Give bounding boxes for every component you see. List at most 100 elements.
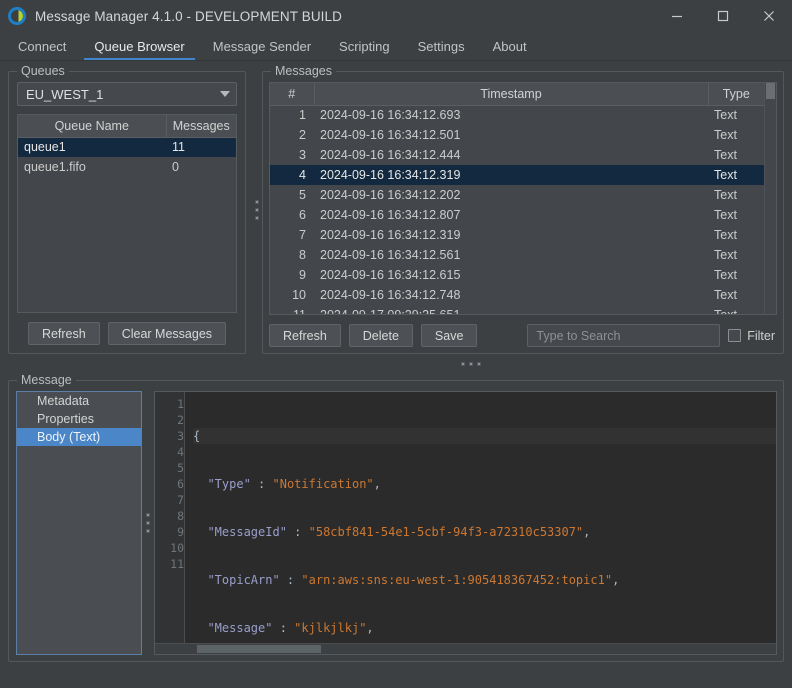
- message-splitter[interactable]: [142, 391, 154, 655]
- filter-checkbox-wrap[interactable]: Filter: [728, 329, 777, 343]
- search-placeholder: Type to Search: [536, 328, 621, 343]
- table-row[interactable]: 2 2024-09-16 16:34:12.501 Text: [270, 125, 764, 145]
- messages-table[interactable]: # Timestamp Type 1 2024-09-16 16:34:12.69…: [269, 82, 777, 315]
- section-item-metadata[interactable]: Metadata: [17, 392, 141, 410]
- code-line: "TopicArn" : "arn:aws:sns:eu-west-1:9054…: [207, 573, 620, 587]
- horizontal-splitter[interactable]: [0, 358, 792, 370]
- messages-panel: Messages # Timestamp Type 1 2024-09-16 1…: [262, 61, 792, 358]
- table-row[interactable]: 7 2024-09-16 16:34:12.319 Text: [270, 225, 764, 245]
- message-sections-list[interactable]: Metadata Properties Body (Text): [16, 391, 142, 655]
- queues-table[interactable]: Queue Name Messages queue1 11 queue1.fif…: [17, 114, 237, 313]
- section-label: Metadata: [37, 394, 90, 408]
- messages-col-type[interactable]: Type: [708, 83, 764, 106]
- editor-horizontal-scrollbar[interactable]: [155, 643, 776, 654]
- json-key: "MessageId": [207, 525, 287, 539]
- tab-settings[interactable]: Settings: [404, 32, 479, 60]
- vertical-splitter[interactable]: [252, 61, 262, 358]
- queues-group-title: Queues: [17, 64, 69, 78]
- json-comma: ,: [366, 621, 374, 635]
- row-type: Text: [714, 208, 737, 222]
- messages-delete-button[interactable]: Delete: [348, 324, 413, 347]
- scrollbar-thumb[interactable]: [766, 83, 775, 99]
- table-row[interactable]: 6 2024-09-16 16:34:12.807 Text: [270, 205, 764, 225]
- row-timestamp: 2024-09-16 16:34:12.615: [320, 268, 461, 282]
- line-number: 11: [170, 557, 184, 571]
- table-row[interactable]: 3 2024-09-16 16:34:12.444 Text: [270, 145, 764, 165]
- line-number: 7: [177, 493, 184, 507]
- row-type: Text: [714, 288, 737, 302]
- json-comma: ,: [583, 525, 591, 539]
- grip-dot: [255, 207, 259, 212]
- tab-queue-browser[interactable]: Queue Browser: [80, 32, 198, 60]
- table-row[interactable]: queue1 11: [18, 137, 236, 157]
- close-button[interactable]: [746, 0, 792, 32]
- message-groupbox: Message Metadata Properties Body (Text): [8, 373, 784, 662]
- tab-connect[interactable]: Connect: [4, 32, 80, 60]
- line-number: 3: [177, 429, 184, 443]
- region-select-value: EU_WEST_1: [26, 86, 104, 102]
- row-timestamp: 2024-09-16 16:34:12.501: [320, 128, 461, 142]
- queues-col-name[interactable]: Queue Name: [18, 115, 167, 138]
- table-row[interactable]: 9 2024-09-16 16:34:12.615 Text: [270, 265, 764, 285]
- editor-code-area[interactable]: { "Type" : "Notification", "MessageId" :…: [185, 392, 776, 643]
- clear-messages-button[interactable]: Clear Messages: [107, 322, 227, 345]
- filter-checkbox[interactable]: [728, 329, 742, 342]
- row-timestamp: 2024-09-16 16:34:12.444: [320, 148, 461, 162]
- table-row[interactable]: queue1.fifo 0: [18, 157, 236, 177]
- messages-header-row: # Timestamp Type: [270, 83, 764, 106]
- search-input[interactable]: Type to Search: [527, 324, 721, 347]
- table-row[interactable]: 4 2024-09-16 16:34:12.319 Text: [270, 165, 764, 185]
- row-timestamp: 2024-09-16 16:34:12.561: [320, 248, 461, 262]
- messages-col-timestamp[interactable]: Timestamp: [314, 83, 709, 106]
- queue-messages-cell: 0: [172, 160, 179, 174]
- region-select[interactable]: EU_WEST_1: [17, 82, 237, 106]
- tab-about[interactable]: About: [479, 32, 541, 60]
- queues-col-messages[interactable]: Messages: [166, 115, 236, 138]
- table-row[interactable]: 8 2024-09-16 16:34:12.561 Text: [270, 245, 764, 265]
- messages-group-title: Messages: [271, 64, 336, 78]
- json-key: "Message": [207, 621, 273, 635]
- code-brace: {: [193, 429, 201, 443]
- json-comma: ,: [612, 573, 620, 587]
- messages-vertical-scrollbar[interactable]: [764, 83, 776, 314]
- grip-dot: [255, 199, 259, 204]
- table-row[interactable]: 112024-09-17 09:29:25.651Text: [270, 305, 764, 314]
- row-num: 10: [292, 288, 306, 302]
- queues-groupbox: Queues EU_WEST_1 Queue Name Messages que…: [8, 64, 246, 354]
- queues-refresh-button[interactable]: Refresh: [27, 322, 100, 345]
- chevron-down-icon: [220, 91, 230, 97]
- section-item-body-text[interactable]: Body (Text): [17, 428, 141, 446]
- status-bar: [0, 670, 792, 688]
- section-item-properties[interactable]: Properties: [17, 410, 141, 428]
- minimize-button[interactable]: [654, 0, 700, 32]
- tab-label: Connect: [18, 38, 67, 54]
- tab-label: Scripting: [339, 38, 390, 54]
- grip-dot: [255, 215, 259, 220]
- table-row[interactable]: 10 2024-09-16 16:34:12.748 Text: [270, 285, 764, 305]
- tab-scripting[interactable]: Scripting: [325, 32, 404, 60]
- row-timestamp: 2024-09-16 16:34:12.202: [320, 188, 461, 202]
- main-tabbar: Connect Queue Browser Message Sender Scr…: [0, 32, 792, 61]
- splitter-grip-icon: [255, 199, 259, 220]
- table-row[interactable]: 5 2024-09-16 16:34:12.202 Text: [270, 185, 764, 205]
- line-number: 5: [177, 461, 184, 475]
- code-line: {: [193, 428, 776, 444]
- scrollbar-thumb[interactable]: [197, 645, 321, 653]
- maximize-button[interactable]: [700, 0, 746, 32]
- json-key: "TopicArn": [207, 573, 280, 587]
- messages-col-num[interactable]: #: [270, 83, 315, 106]
- grip-dot: [146, 521, 150, 525]
- messages-refresh-button[interactable]: Refresh: [269, 324, 341, 347]
- row-type: Text: [708, 305, 764, 314]
- json-body-editor[interactable]: 1 2 3 4 5 6 7 8 9 10 11 {"Type": "Noti…: [154, 391, 777, 655]
- app-logo-icon: [8, 7, 26, 25]
- messages-save-button[interactable]: Save: [420, 324, 478, 347]
- queue-name-cell: queue1.fifo: [24, 160, 86, 174]
- json-value: "arn:aws:sns:eu-west-1:905418367452:topi…: [301, 573, 613, 587]
- grip-dot: [469, 362, 473, 366]
- editor-line-numbers: 1 2 3 4 5 6 7 8 9 10 11: [155, 392, 185, 643]
- tab-label: Message Sender: [212, 38, 312, 54]
- table-row[interactable]: 1 2024-09-16 16:34:12.693 Text: [270, 105, 764, 125]
- message-group-title: Message: [17, 373, 76, 387]
- tab-message-sender[interactable]: Message Sender: [199, 32, 325, 60]
